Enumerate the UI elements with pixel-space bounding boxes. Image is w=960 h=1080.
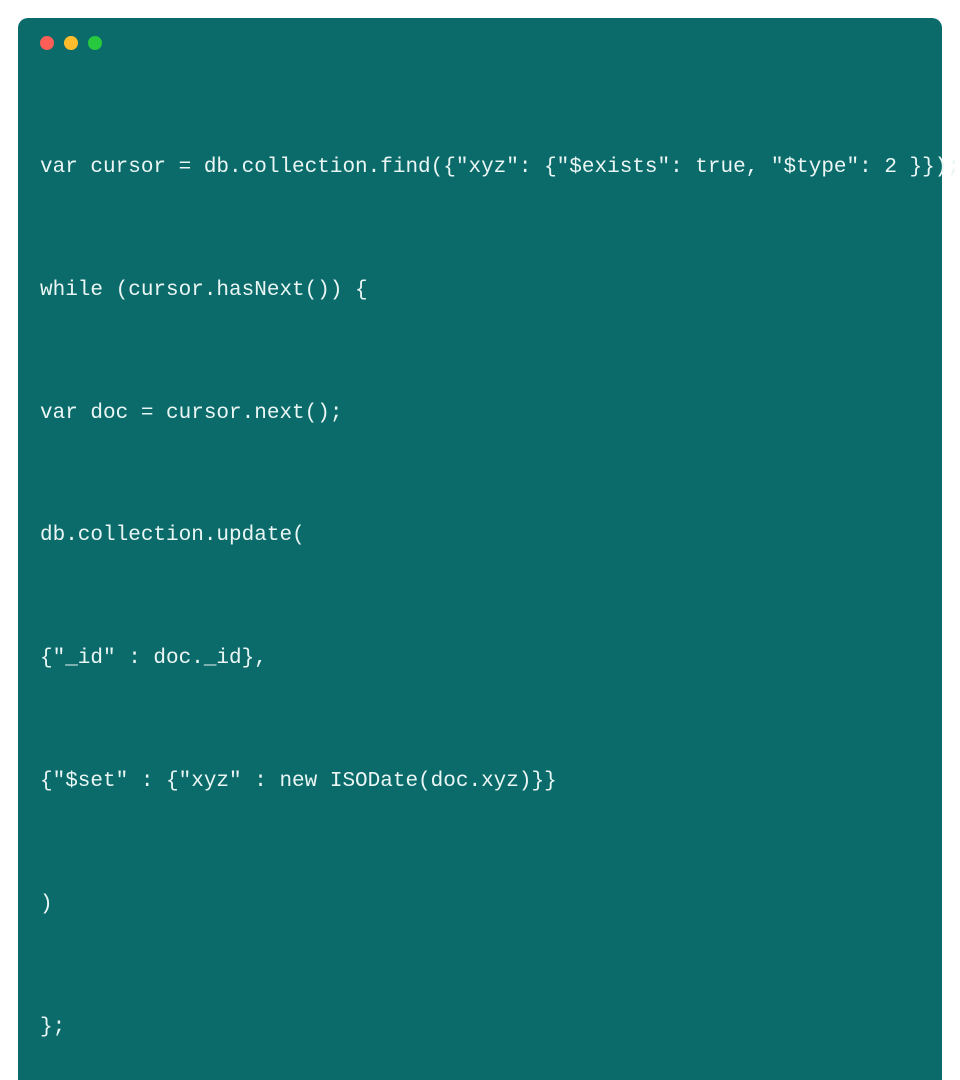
close-icon: [40, 36, 54, 50]
minimize-icon: [64, 36, 78, 50]
code-window: var cursor = db.collection.find({"xyz": …: [18, 18, 942, 1080]
window-controls: [40, 36, 920, 50]
code-line: db.collection.update(: [40, 516, 920, 557]
code-block: var cursor = db.collection.find({"xyz": …: [40, 66, 920, 1080]
maximize-icon: [88, 36, 102, 50]
code-line: {"_id" : doc._id},: [40, 639, 920, 680]
code-line: while (cursor.hasNext()) {: [40, 271, 920, 312]
code-line: var cursor = db.collection.find({"xyz": …: [40, 148, 920, 189]
code-line: var doc = cursor.next();: [40, 394, 920, 435]
code-line: ): [40, 885, 920, 926]
code-line: {"$set" : {"xyz" : new ISODate(doc.xyz)}…: [40, 762, 920, 803]
code-line: };: [40, 1008, 920, 1049]
